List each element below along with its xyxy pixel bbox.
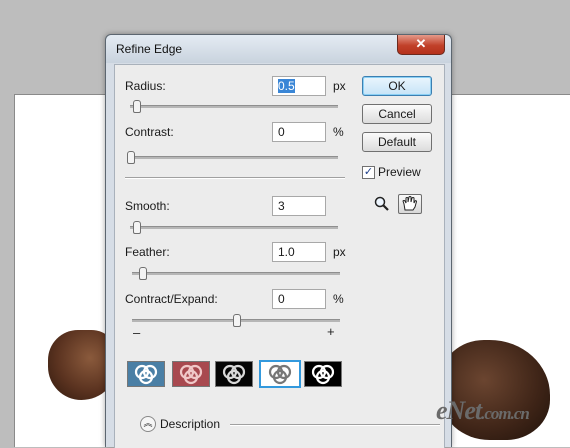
ok-button[interactable]: OK [362,76,432,96]
feather-unit: px [333,245,346,259]
preview-checkbox[interactable]: ✓ [362,166,375,179]
knot-icon [134,364,158,385]
radius-unit: px [333,79,346,93]
radius-slider-thumb[interactable] [133,100,142,113]
preview-mode-quick-mask[interactable] [172,361,210,387]
cancel-button[interactable]: Cancel [362,104,432,124]
knot-icon [311,364,335,385]
smooth-slider[interactable] [130,226,338,229]
zoom-tool-icon[interactable] [373,195,391,213]
separator [125,177,345,179]
contrast-label: Contrast: [125,125,174,139]
feather-slider-thumb[interactable] [139,267,148,280]
feather-input[interactable]: 1.0 [272,242,326,262]
hand-icon [402,196,418,211]
feather-slider[interactable] [132,272,340,275]
contrast-slider-thumb[interactable] [127,151,135,164]
smooth-input[interactable]: 3 [272,196,326,216]
default-button[interactable]: Default [362,132,432,152]
description-label: Description [160,417,221,431]
contrast-slider[interactable] [130,156,338,159]
knot-icon [268,364,292,385]
dialog-body: Radius: 0.5 px Contrast: 0 % Smooth: 3 F… [114,64,445,448]
dialog-title: Refine Edge [116,42,183,56]
knot-icon [179,364,203,385]
minus-sign: – [133,325,141,340]
contrast-input[interactable]: 0 [272,122,326,142]
smooth-slider-thumb[interactable] [133,221,142,234]
hand-tool-button[interactable] [398,194,422,214]
close-button[interactable]: ✕ [397,35,445,55]
contract-expand-label: Contract/Expand: [125,292,218,306]
close-icon: ✕ [415,36,427,51]
contract-expand-input[interactable]: 0 [272,289,326,309]
preview-label: Preview [378,165,421,179]
watermark-logo: eNet.com.cn [436,396,530,425]
preview-mode-standard[interactable] [127,361,165,387]
check-icon: ✓ [363,166,374,178]
plus-sign: + [327,324,335,339]
preview-mode-mask[interactable] [304,361,342,387]
preview-mode-on-black[interactable] [215,361,253,387]
feather-label: Feather: [125,245,170,259]
contrast-unit: % [333,125,344,139]
contract-expand-slider-thumb[interactable] [233,314,241,327]
contract-expand-unit: % [333,292,344,306]
chevron-up-icon: ︽ [143,418,153,428]
description-divider [230,424,440,426]
radius-slider[interactable] [130,105,338,108]
dialog-titlebar[interactable]: Refine Edge ✕ [106,35,451,63]
description-toggle-button[interactable]: ︽ [140,416,156,432]
knot-icon [222,364,246,385]
refine-edge-dialog: Refine Edge ✕ Radius: 0.5 px Contrast: 0… [105,34,452,448]
preview-mode-on-white[interactable] [259,360,301,388]
radius-label: Radius: [125,79,166,93]
smooth-label: Smooth: [125,199,170,213]
radius-input[interactable]: 0.5 [272,76,326,96]
